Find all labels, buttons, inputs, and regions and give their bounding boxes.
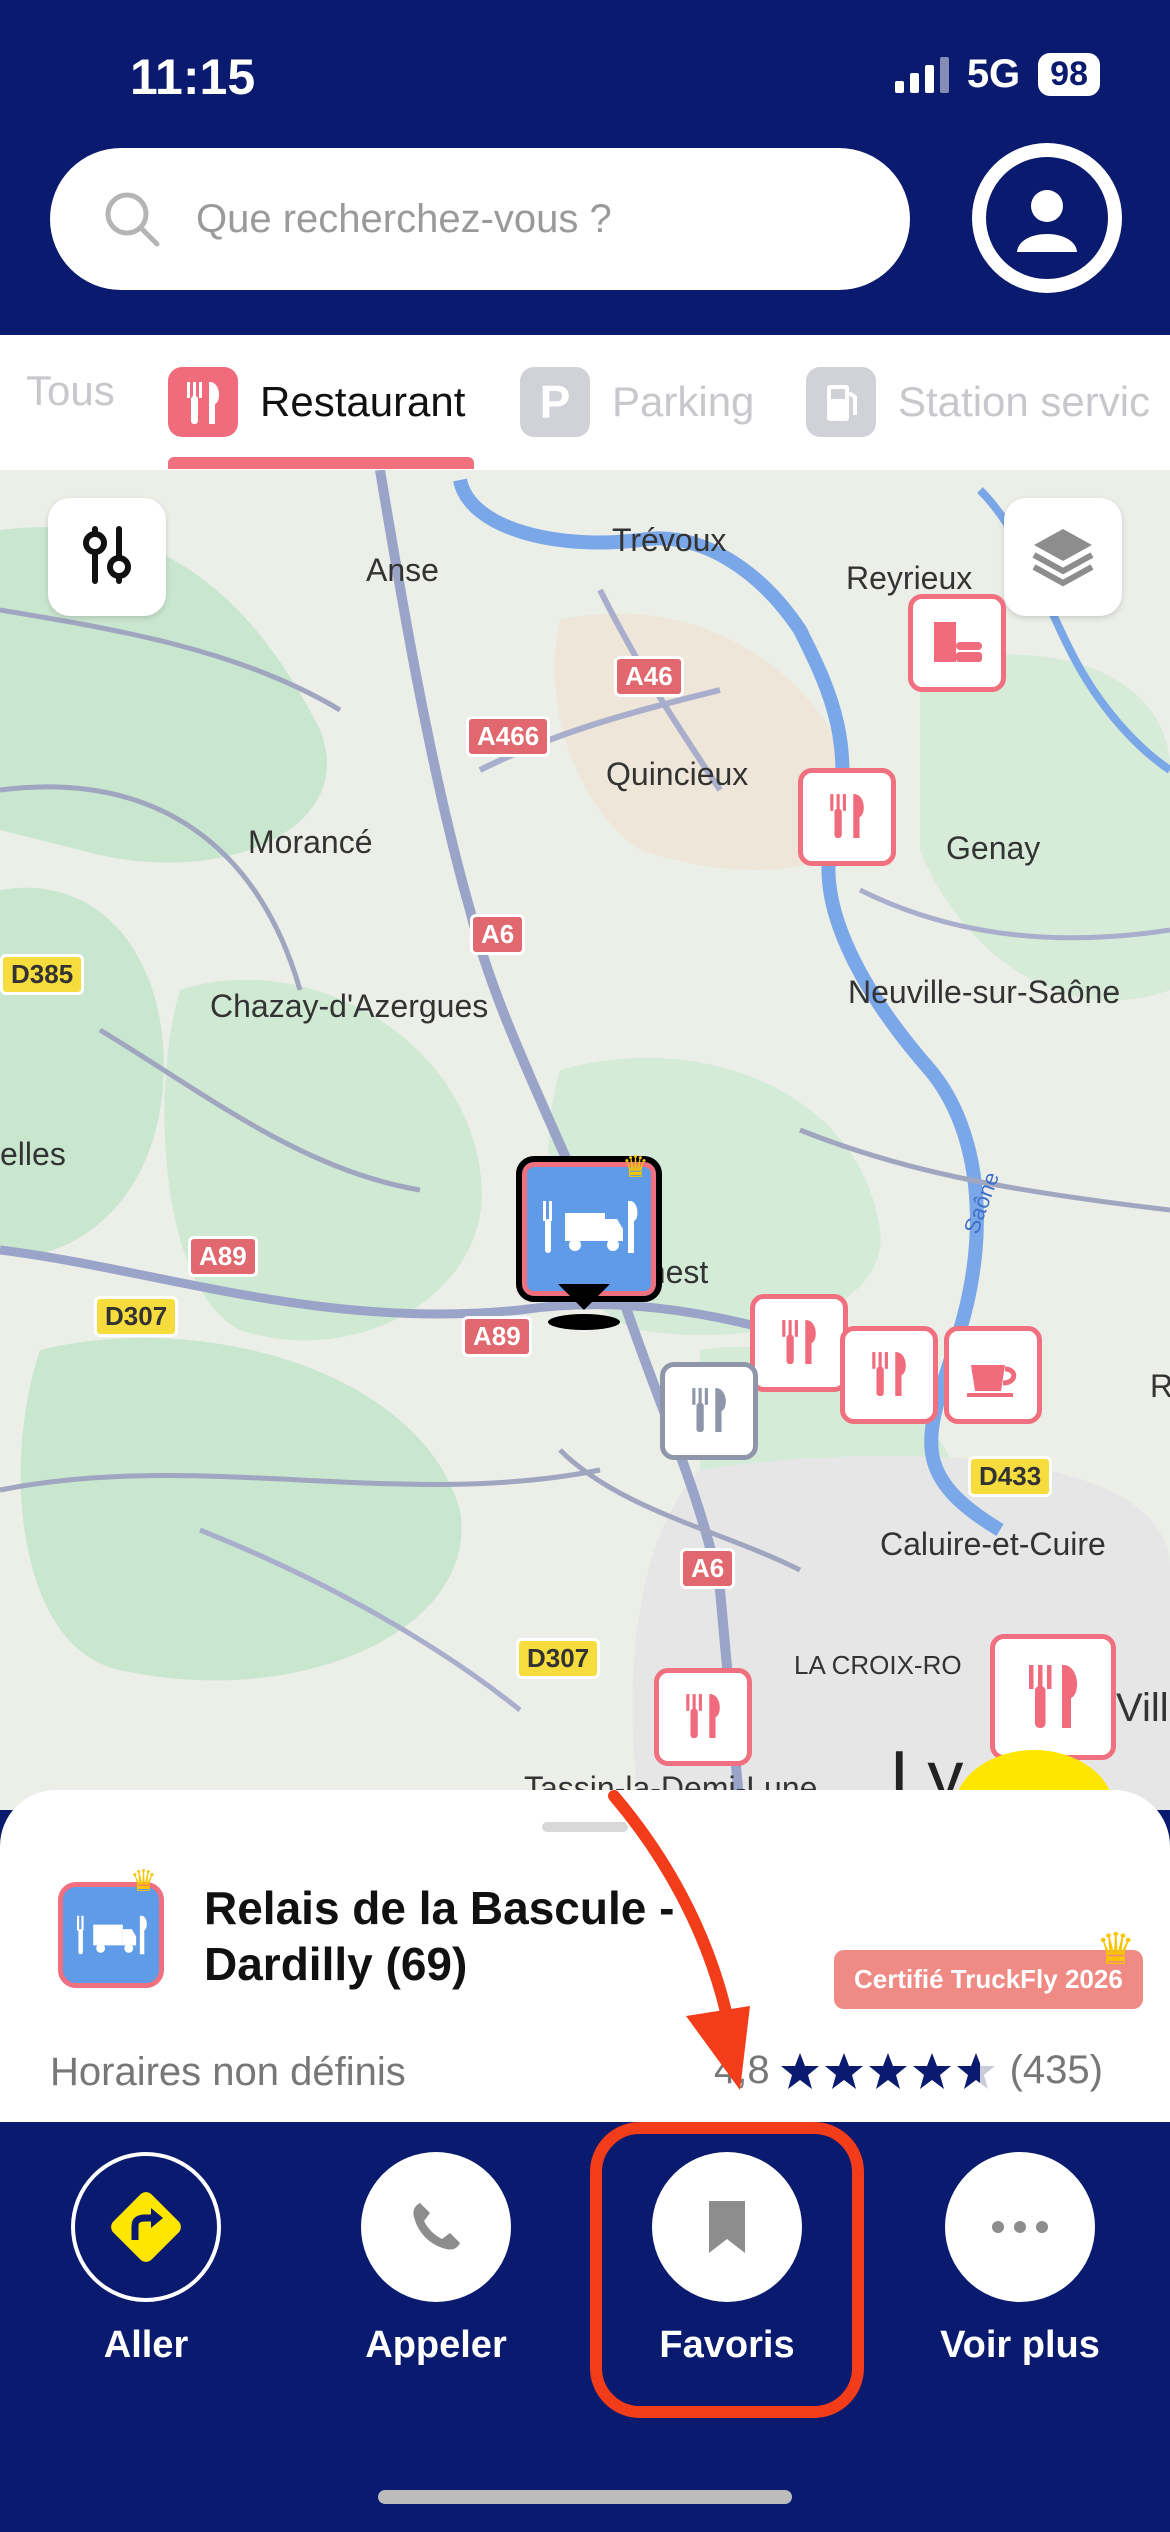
map-label: Trévoux (612, 522, 727, 558)
crown-icon: ♛ (622, 1151, 649, 1184)
map-label: Morancé (248, 824, 373, 860)
network-label: 5G (966, 52, 1021, 96)
action-label: Voir plus (940, 2324, 1100, 2366)
directions-icon (71, 2152, 221, 2302)
battery-indicator: 98 (1038, 53, 1100, 96)
fuel-pump-icon (806, 367, 876, 437)
layers-icon (1028, 523, 1098, 592)
road-badge: A89 (462, 1316, 532, 1357)
search-bar[interactable]: Que recherchez-vous ? (50, 148, 910, 290)
map-label: Neuville-sur-Saône (848, 974, 1121, 1010)
fork-knife-icon (776, 1313, 822, 1374)
restaurant-pin-visited[interactable] (660, 1362, 758, 1460)
review-count: (435) (1009, 2048, 1103, 2092)
map-label: Caluire-et-Cuire (880, 1526, 1106, 1562)
more-button[interactable]: Voir plus (920, 2152, 1120, 2367)
fork-knife-icon (168, 367, 238, 437)
restaurant-pin[interactable] (840, 1326, 938, 1424)
fast-food-pin[interactable] (908, 594, 1006, 692)
opening-hours: Horaires non définis (50, 2050, 406, 2094)
restaurant-pin[interactable] (798, 768, 896, 866)
fork-knife-icon (1020, 1658, 1086, 1737)
road-badge: D385 (0, 954, 85, 995)
action-bar: Aller Appeler Favoris Voir plus (0, 2122, 1170, 2532)
map-label: Reyrieux (846, 560, 973, 596)
filter-button[interactable] (48, 498, 166, 616)
restaurant-pin[interactable] (654, 1668, 752, 1766)
fork-knife-icon (824, 787, 870, 848)
action-label: Aller (103, 2324, 189, 2366)
tab-label: Tous (26, 367, 115, 414)
place-detail-sheet[interactable]: ♛ Relais de la Bascule - Dardilly (69) C… (0, 1790, 1170, 2130)
crown-icon: ♛ (130, 1865, 157, 1898)
tab-label: Station servic (898, 378, 1151, 425)
restaurant-pin[interactable] (990, 1634, 1116, 1760)
signal-icon (894, 56, 949, 93)
active-tab-indicator (168, 457, 474, 469)
tab-label: Parking (612, 378, 755, 425)
map-label: Quincieux (606, 756, 749, 792)
map-layers-button[interactable] (1004, 498, 1122, 616)
tab-label: Restaurant (260, 378, 466, 425)
map-label: LA CROIX-RO (794, 1650, 962, 1680)
cafe-pin[interactable] (944, 1326, 1042, 1424)
restaurant-pin[interactable] (750, 1294, 848, 1392)
tab-parking[interactable]: P Parking (520, 367, 754, 437)
road-badge: D307 (516, 1638, 601, 1679)
phone-icon (361, 2152, 511, 2302)
map-label: Chazay-d'Azergues (210, 988, 489, 1024)
road-badge: A466 (466, 716, 551, 757)
home-indicator (378, 2490, 792, 2504)
annotation-arrow-icon (608, 1790, 750, 2090)
map-label: Anse (366, 552, 439, 588)
search-icon (102, 189, 162, 249)
fork-knife-icon (680, 1687, 726, 1748)
more-icon (945, 2152, 1095, 2302)
parking-icon: P (520, 367, 590, 437)
map-label: elles (0, 1136, 66, 1172)
tab-tous[interactable]: Tous (26, 367, 115, 415)
pin-pointer (548, 1284, 620, 1330)
category-tabs: Tous Restaurant P Parking Station servic (0, 335, 1170, 470)
status-time: 11:15 (130, 49, 256, 105)
road-badge: A89 (188, 1236, 258, 1277)
search-placeholder: Que recherchez-vous ? (196, 196, 612, 241)
go-button[interactable]: Aller (46, 2152, 246, 2367)
profile-button[interactable] (972, 143, 1122, 293)
map-view[interactable]: Trévoux Anse Reyrieux Quincieux Genay Mo… (0, 470, 1170, 1810)
map-label: R (1150, 1368, 1170, 1404)
fast-food-icon (928, 612, 986, 675)
road-badge: A6 (680, 1548, 736, 1589)
coffee-cup-icon (965, 1347, 1021, 1404)
star-rating-icon (780, 2051, 1000, 2091)
tab-restaurant[interactable]: Restaurant (168, 367, 465, 437)
road-badge: D307 (94, 1296, 179, 1337)
road-badge: A6 (470, 914, 526, 955)
fork-knife-icon (686, 1381, 732, 1442)
filter-icon (79, 523, 135, 592)
call-button[interactable]: Appeler (336, 2152, 536, 2367)
road-badge: A46 (614, 656, 684, 697)
truck-restaurant-icon (539, 1197, 639, 1262)
crown-icon: ♛ (1096, 1925, 1136, 1974)
map-label: Genay (946, 830, 1041, 866)
favorites-highlight (590, 2122, 864, 2418)
top-bar: 11:15 5G 98 Que recherchez-vous ? (0, 0, 1170, 335)
status-indicators: 5G 98 (894, 52, 1100, 97)
road-badge: D433 (968, 1456, 1053, 1497)
map-label: Vill (1116, 1686, 1169, 1730)
tab-station-service[interactable]: Station servic (806, 367, 1150, 437)
fork-knife-icon (866, 1345, 912, 1406)
action-label: Appeler (365, 2324, 507, 2366)
user-avatar-icon (982, 153, 1112, 283)
